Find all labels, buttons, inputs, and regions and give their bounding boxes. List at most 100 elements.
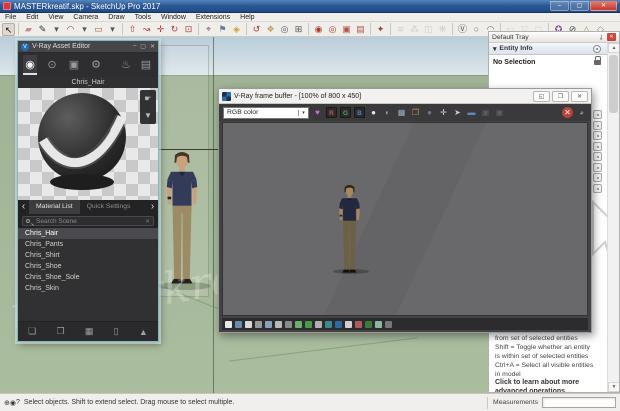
scrollbar-thumb[interactable] (609, 55, 618, 113)
vfb-status-icon[interactable] (335, 320, 342, 328)
vfb-status-icon[interactable] (325, 320, 332, 328)
vray-interactive-render-button[interactable]: ◎ (326, 23, 339, 36)
material-row-chris_shoe_sole[interactable]: Chris_Shoe_Sole (18, 272, 158, 283)
menu-item-draw[interactable]: Draw (103, 14, 129, 21)
vray-viewport-render-button[interactable]: ▣ (340, 23, 353, 36)
paint-bucket-tool[interactable]: ◈ (230, 23, 243, 36)
vfb-status-icon[interactable] (285, 320, 292, 328)
vfb-status-icon[interactable] (255, 320, 262, 328)
tray-scrollbar[interactable]: ▲ ▼ (607, 43, 619, 392)
vfb-restore-button[interactable]: ❐ (552, 90, 569, 102)
vfb-status-icon[interactable] (295, 320, 302, 328)
tab-material-list[interactable]: Material List (29, 200, 80, 214)
tab-quick-settings[interactable]: Quick Settings (80, 200, 138, 214)
vfb-dock-button[interactable]: ◱ (533, 90, 550, 102)
dimension-tool[interactable]: ⚑ (216, 23, 229, 36)
rectangle-tool[interactable]: ▭ (92, 23, 105, 36)
collapsed-panel-detail-button[interactable] (593, 173, 602, 182)
save-preview-button[interactable]: ▼ (144, 111, 152, 120)
pan-tool[interactable]: ❖ (264, 23, 277, 36)
next-preview-icon[interactable]: › (147, 200, 158, 214)
menu-item-extensions[interactable]: Extensions (191, 14, 235, 21)
render-button[interactable]: ♨ (119, 55, 133, 75)
collapsed-panel-detail-button[interactable] (593, 141, 602, 151)
follow-me-tool[interactable]: ↝ (140, 23, 153, 36)
vfb-close-button[interactable]: ✕ (571, 90, 588, 102)
menu-item-edit[interactable]: Edit (21, 14, 43, 21)
prev-preview-icon[interactable]: ‹ (18, 200, 29, 214)
menu-item-file[interactable]: File (0, 14, 21, 21)
red-channel-button[interactable]: R (326, 107, 337, 118)
vray-logo-button[interactable]: Ⓥ (456, 23, 469, 36)
material-row-chris_shirt[interactable]: Chris_Shirt (18, 250, 158, 261)
open-asset-button[interactable]: ❐ (57, 326, 65, 337)
clear-search-icon[interactable]: ✕ (145, 218, 150, 225)
collapsed-panel-detail-button[interactable] (593, 120, 602, 130)
vfb-status-icon[interactable] (275, 320, 282, 328)
menu-item-help[interactable]: Help (235, 14, 259, 21)
apply-to-selection-button[interactable]: ☛ (144, 94, 151, 103)
measurements-input[interactable] (542, 397, 616, 408)
scroll-down-icon[interactable]: ▼ (608, 382, 619, 392)
open-image-button[interactable]: ❐ (410, 107, 421, 118)
save-channels-button[interactable]: ♥ (312, 107, 323, 118)
geometry-tab[interactable]: ▣ (67, 55, 81, 75)
monochrome-button[interactable]: ◐ (382, 107, 393, 118)
channel-dropdown[interactable]: RGB color ▾ (223, 106, 309, 119)
clear-image-button[interactable]: ● (424, 107, 435, 118)
pointer-button[interactable]: ➤ (452, 107, 463, 118)
rotate-tool[interactable]: ↻ (168, 23, 181, 36)
menu-item-view[interactable]: View (43, 14, 68, 21)
ae-close-button[interactable]: ✕ (150, 43, 155, 50)
minimize-button[interactable]: – (550, 1, 569, 11)
render-last-button[interactable]: ◕ (576, 107, 587, 118)
frame-buffer-button[interactable]: ▤ (139, 55, 153, 75)
ae-maximize-button[interactable]: ▢ (140, 43, 146, 50)
vray-batch-render-button[interactable]: ▤ (354, 23, 367, 36)
eraser-tool[interactable]: ▰ (22, 23, 35, 36)
menu-item-tools[interactable]: Tools (130, 14, 156, 21)
help-icon[interactable]: ? (16, 399, 20, 406)
zoom-tool[interactable]: ◎ (278, 23, 291, 36)
collapse-chevron-icon[interactable]: ▾ (493, 45, 496, 53)
tape-measure-tool[interactable]: ⌖ (202, 23, 215, 36)
add-asset-button[interactable]: ❏ (28, 326, 36, 337)
push-pull-tool[interactable]: ⇧ (126, 23, 139, 36)
alpha-channel-button[interactable]: ● (368, 107, 379, 118)
instructor-link[interactable]: Click to learn about more advanced operat… (495, 379, 609, 392)
select-tool[interactable]: ↖ (2, 22, 15, 36)
offset-tool[interactable]: ⊡ (182, 23, 195, 36)
close-button[interactable]: ✕ (590, 1, 617, 11)
collapsed-panel-detail-button[interactable] (593, 183, 602, 193)
stop-render-button[interactable]: ✕ (562, 107, 573, 118)
save-image-button[interactable]: ▦ (396, 107, 407, 118)
arc-dropdown-icon[interactable]: ▾ (78, 23, 91, 36)
vfb-status-icon[interactable] (315, 320, 322, 328)
save-asset-button[interactable]: ▦ (85, 326, 94, 337)
scroll-up-icon[interactable]: ▲ (608, 43, 619, 53)
vfb-status-icon[interactable] (375, 320, 382, 328)
search-box[interactable]: ✕ (22, 216, 154, 226)
line-tool[interactable]: ✎ (36, 23, 49, 36)
collapsed-panel-detail-button[interactable] (593, 131, 602, 140)
line-dropdown-icon[interactable]: ▾ (50, 23, 63, 36)
delete-asset-button[interactable]: ▯ (114, 326, 119, 337)
vfb-status-icon[interactable] (235, 320, 242, 328)
vfb-status-icon[interactable] (245, 320, 252, 328)
settings-tab[interactable]: ⚙ (89, 55, 103, 75)
material-row-chris_skin[interactable]: Chris_Skin (18, 283, 158, 294)
material-row-chris_shoe[interactable]: Chris_Shoe (18, 261, 158, 272)
collapsed-panel-detail-button[interactable] (593, 162, 602, 172)
vfb-status-icon[interactable] (365, 320, 372, 328)
vray-asset-editor-button[interactable]: ✦ (374, 23, 387, 36)
vfb-status-icon[interactable] (345, 320, 352, 328)
green-channel-button[interactable]: G (340, 107, 351, 118)
search-input[interactable] (34, 217, 134, 225)
vfb-status-icon[interactable] (265, 320, 272, 328)
zoom-extents-tool[interactable]: ⊞ (292, 23, 305, 36)
region-render-button[interactable]: ▬ (466, 107, 477, 118)
vfb-status-icon[interactable] (355, 320, 362, 328)
vfb-status-icon[interactable] (305, 320, 312, 328)
tray-close-icon[interactable]: ✕ (607, 33, 616, 41)
lock-icon[interactable] (594, 55, 601, 65)
